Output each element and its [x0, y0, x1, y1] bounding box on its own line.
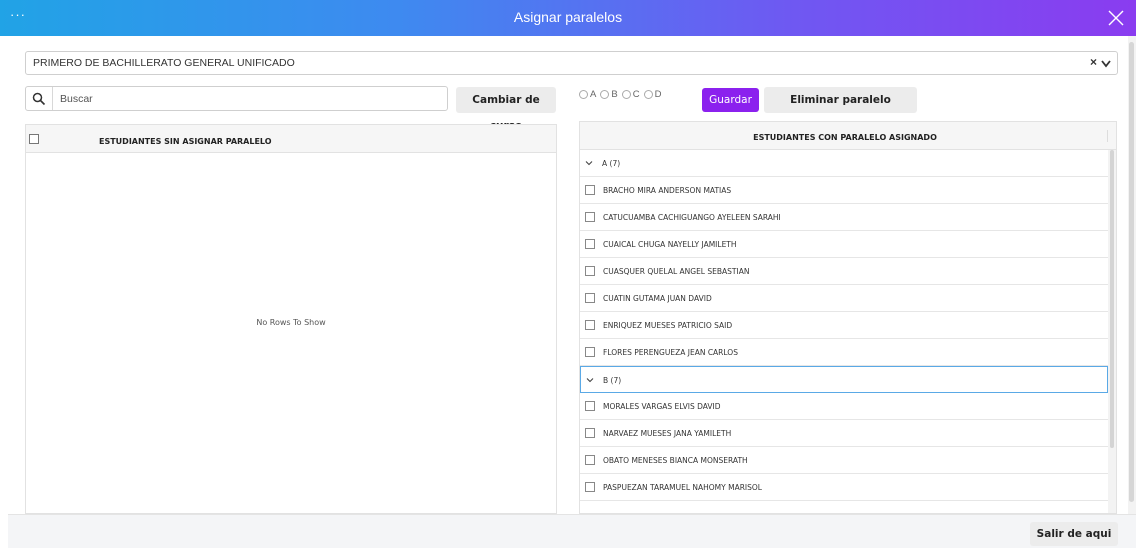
- row-checkbox[interactable]: [585, 428, 595, 438]
- remove-parallel-button[interactable]: Eliminar paralelo asignado: [764, 87, 917, 132]
- row-checkbox[interactable]: [585, 347, 595, 357]
- row-checkbox[interactable]: [585, 401, 595, 411]
- student-row[interactable]: CUASQUER QUELAL ANGEL SEBASTIAN: [580, 258, 1108, 285]
- assigned-students-grid: ESTUDIANTES CON PARALELO ASIGNADO A (7) B…: [579, 121, 1117, 514]
- group-row[interactable]: B (7): [580, 366, 1108, 393]
- student-row[interactable]: BRACHO MIRA ANDERSON MATIAS: [580, 177, 1108, 204]
- course-select[interactable]: PRIMERO DE BACHILLERATO GENERAL UNIFICAD…: [25, 51, 1118, 75]
- student-row[interactable]: FLORES PERENGUEZA JEAN CARLOS: [580, 339, 1108, 366]
- student-row[interactable]: PASPUEZAN TARAMUEL NAHOMY MARISOL: [580, 474, 1108, 501]
- student-name: PASPUEZAN TARAMUEL NAHOMY MARISOL: [603, 483, 762, 492]
- student-name: CUASQUER QUELAL ANGEL SEBASTIAN: [603, 267, 750, 276]
- change-course-button[interactable]: Cambiar de curso: [456, 87, 556, 132]
- grid-header: ESTUDIANTES SIN ASIGNAR PARALELO: [26, 125, 556, 153]
- row-checkbox[interactable]: [585, 185, 595, 195]
- student-row[interactable]: CUATIN GUTAMA JUAN DAVID: [580, 285, 1108, 312]
- radio-icon: [621, 89, 631, 99]
- close-icon[interactable]: [1104, 6, 1128, 30]
- grid-header: ESTUDIANTES CON PARALELO ASIGNADO: [580, 122, 1116, 150]
- student-row[interactable]: NARVAEZ MUESES JANA YAMILETH: [580, 420, 1108, 447]
- group-label: A (7): [602, 159, 621, 168]
- radio-icon: [643, 89, 653, 99]
- save-button[interactable]: Guardar: [702, 88, 759, 112]
- parallel-radio-group: A B C D: [579, 87, 665, 101]
- chevron-down-icon[interactable]: [585, 159, 593, 167]
- assign-parallels-dialog: ··· Asignar paralelos PRIMERO DE BACHILL…: [0, 0, 1136, 548]
- radio-parallel-a[interactable]: A: [579, 89, 596, 100]
- student-name: ENRIQUEZ MUESES PATRICIO SAID: [603, 321, 733, 330]
- student-row[interactable]: MORALES VARGAS ELVIS DAVID: [580, 393, 1108, 420]
- course-select-value: PRIMERO DE BACHILLERATO GENERAL UNIFICAD…: [33, 57, 295, 69]
- group-label: B (7): [603, 376, 622, 385]
- grid-scrollbar[interactable]: [1108, 150, 1116, 513]
- search-icon: [32, 92, 46, 106]
- radio-parallel-d[interactable]: D: [643, 89, 661, 100]
- row-checkbox[interactable]: [585, 239, 595, 249]
- radio-parallel-b[interactable]: B: [600, 89, 618, 100]
- search-input[interactable]: [60, 90, 440, 107]
- row-checkbox[interactable]: [585, 320, 595, 330]
- clear-icon[interactable]: ×: [1090, 55, 1097, 69]
- student-name: CUATIN GUTAMA JUAN DAVID: [603, 294, 712, 303]
- dialog-title: Asignar paralelos: [513, 9, 623, 25]
- row-checkbox[interactable]: [585, 212, 595, 222]
- chevron-down-icon[interactable]: [586, 376, 594, 384]
- dialog-scrollbar[interactable]: [1128, 36, 1136, 514]
- unassigned-students-grid: ESTUDIANTES SIN ASIGNAR PARALELO No Rows…: [25, 124, 557, 514]
- student-name: OBATO MENESES BIANCA MONSERATH: [603, 456, 748, 465]
- row-checkbox[interactable]: [585, 455, 595, 465]
- student-name: MORALES VARGAS ELVIS DAVID: [603, 402, 721, 411]
- student-row[interactable]: ENRIQUEZ MUESES PATRICIO SAID: [580, 312, 1108, 339]
- grid-header-label: ESTUDIANTES CON PARALELO ASIGNADO: [753, 133, 937, 142]
- student-row[interactable]: CUAICAL CHUGA NAYELLY JAMILETH: [580, 231, 1108, 258]
- student-row[interactable]: CATUCUAMBA CACHIGUANGO AYELEEN SARAHI: [580, 204, 1108, 231]
- dialog-titlebar: ··· Asignar paralelos: [0, 0, 1136, 36]
- select-all-checkbox[interactable]: [29, 134, 39, 144]
- exit-button[interactable]: Salir de aqui: [1030, 522, 1118, 546]
- row-checkbox[interactable]: [585, 293, 595, 303]
- search-field[interactable]: [25, 86, 448, 111]
- dialog-footer: [8, 514, 1136, 548]
- radio-icon: [579, 89, 588, 99]
- chevron-down-icon[interactable]: [1101, 54, 1111, 74]
- grid-header-label: ESTUDIANTES SIN ASIGNAR PARALELO: [99, 137, 272, 146]
- radio-icon: [600, 89, 610, 99]
- student-name: NARVAEZ MUESES JANA YAMILETH: [603, 429, 732, 438]
- row-checkbox[interactable]: [585, 266, 595, 276]
- row-checkbox[interactable]: [585, 482, 595, 492]
- student-name: FLORES PERENGUEZA JEAN CARLOS: [603, 348, 738, 357]
- student-name: CATUCUAMBA CACHIGUANGO AYELEEN SARAHI: [603, 213, 781, 222]
- group-row[interactable]: A (7): [580, 150, 1108, 177]
- empty-message: No Rows To Show: [256, 318, 326, 327]
- radio-parallel-c[interactable]: C: [621, 89, 640, 100]
- student-name: BRACHO MIRA ANDERSON MATIAS: [603, 186, 732, 195]
- student-row[interactable]: OBATO MENESES BIANCA MONSERATH: [580, 447, 1108, 474]
- student-name: CUAICAL CHUGA NAYELLY JAMILETH: [603, 240, 737, 249]
- grid-rows: A (7) BRACHO MIRA ANDERSON MATIAS CATUCUAM…: [580, 150, 1108, 501]
